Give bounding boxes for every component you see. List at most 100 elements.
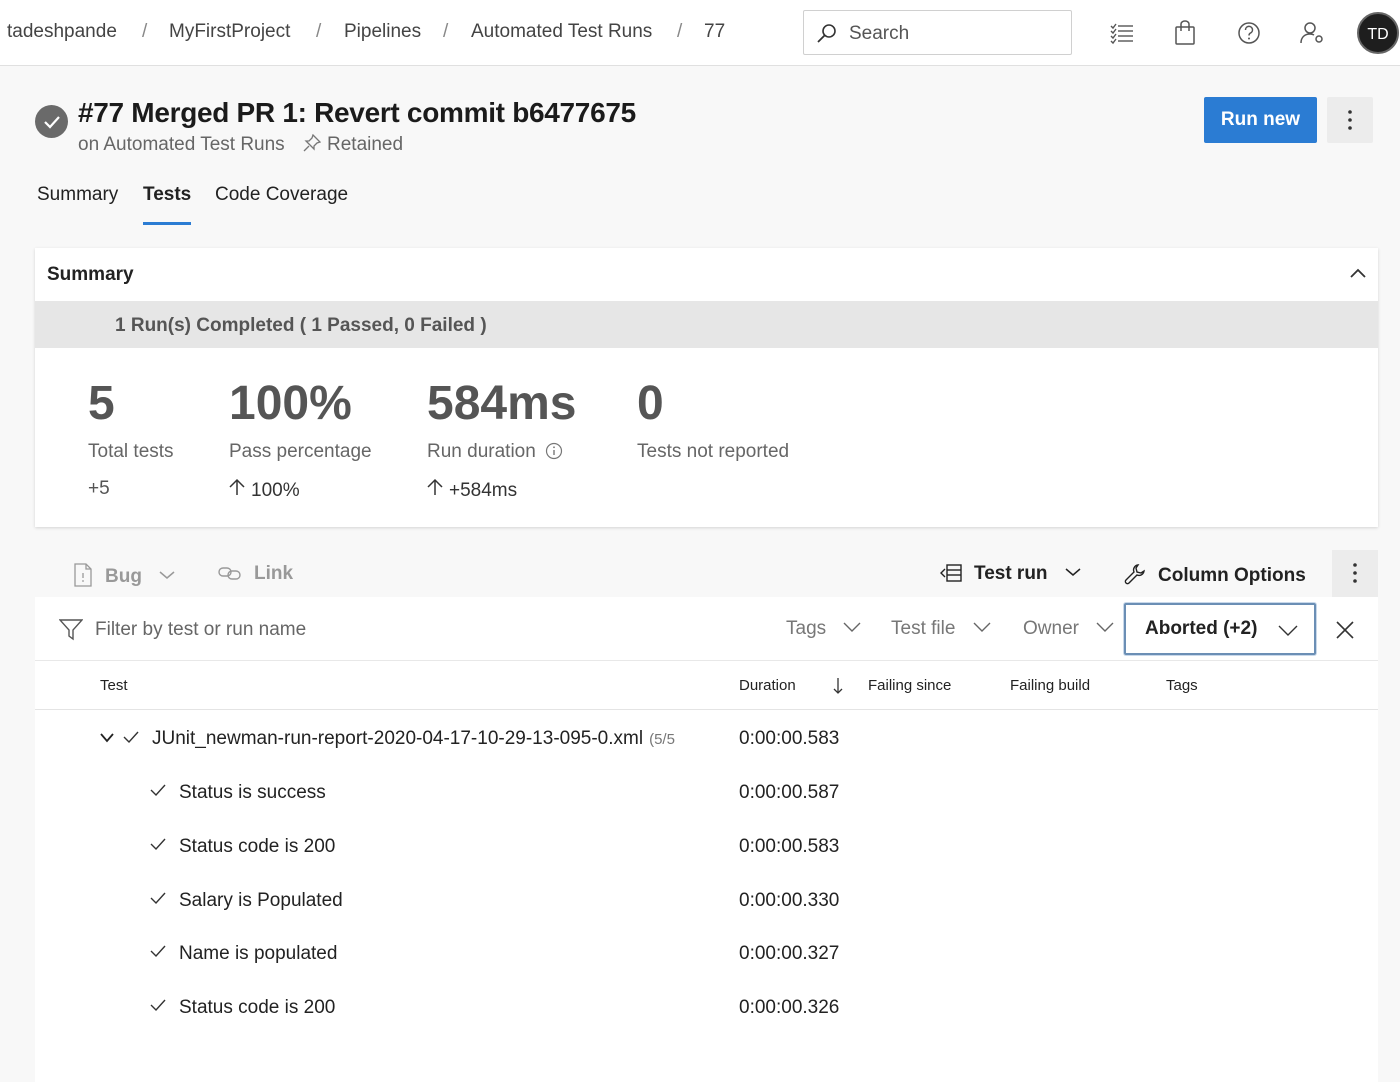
clear-filters-icon[interactable] <box>1335 620 1355 640</box>
chevron-down-icon <box>1065 568 1081 576</box>
breadcrumb-item-run[interactable]: 77 <box>704 21 725 43</box>
tags-filter-dropdown[interactable]: Tags <box>786 618 861 640</box>
metric-total-tests-value: 5 <box>88 377 115 430</box>
search-box[interactable]: Search <box>803 10 1072 55</box>
wrench-icon <box>1124 564 1145 585</box>
tab-tests[interactable]: Tests <box>143 184 191 206</box>
user-settings-icon[interactable] <box>1300 20 1326 46</box>
page-title: #77 Merged PR 1: Revert commit b6477675 <box>78 97 636 128</box>
test-name: Name is populated <box>179 943 338 964</box>
summary-card: Summary 1 Run(s) Completed ( 1 Passed, 0… <box>35 248 1378 527</box>
chevron-down-icon <box>1278 625 1298 636</box>
run-new-button[interactable]: Run new <box>1204 97 1317 143</box>
test-name: Salary is Populated <box>179 890 343 911</box>
test-group-duration: 0:00:00.583 <box>739 728 840 749</box>
test-duration: 0:00:00.583 <box>739 836 840 857</box>
top-bar: tadeshpande / MyFirstProject / Pipelines… <box>0 0 1400 66</box>
succeeded-status-icon <box>35 105 68 138</box>
shopping-bag-icon[interactable] <box>1172 20 1198 46</box>
test-run-group-dropdown[interactable]: Test run <box>940 563 1081 585</box>
chevron-up-icon[interactable] <box>1348 266 1368 280</box>
breadcrumb-item-org[interactable]: tadeshpande <box>7 21 117 43</box>
chevron-down-icon <box>843 622 861 632</box>
runs-completed-text: 1 Run(s) Completed ( 1 Passed, 0 Failed … <box>115 315 487 336</box>
pipeline-name[interactable]: on Automated Test Runs <box>78 134 285 156</box>
test-duration: 0:00:00.326 <box>739 997 840 1018</box>
chevron-down-icon <box>159 571 175 579</box>
column-header-tags[interactable]: Tags <box>1166 677 1198 694</box>
metric-total-tests-label: Total tests <box>88 441 174 462</box>
more-vertical-icon <box>1348 110 1352 130</box>
test-name: Status is success <box>179 782 326 803</box>
metric-total-tests-delta: +5 <box>88 478 110 499</box>
sort-descending-icon[interactable] <box>832 677 844 695</box>
header-divider <box>35 709 1378 710</box>
arrow-up-icon <box>427 478 443 495</box>
check-icon <box>150 999 166 1011</box>
tab-code-coverage[interactable]: Code Coverage <box>215 184 348 206</box>
metric-run-duration-value: 584ms <box>427 377 577 430</box>
metric-not-reported-label: Tests not reported <box>637 441 790 462</box>
metric-pass-percentage-label: Pass percentage <box>229 441 372 462</box>
metric-pass-percentage-value: 100% <box>229 377 352 430</box>
breadcrumb-separator: / <box>142 21 148 42</box>
info-icon[interactable] <box>545 442 563 460</box>
breadcrumb-separator: / <box>316 21 322 42</box>
breadcrumb-item-project[interactable]: MyFirstProject <box>169 21 290 43</box>
more-options-button[interactable] <box>1332 550 1378 597</box>
metric-run-duration-label: Run duration <box>427 441 563 463</box>
runs-completed-banner: 1 Run(s) Completed ( 1 Passed, 0 Failed … <box>35 301 1378 348</box>
retained-badge: Retained <box>303 133 404 156</box>
breadcrumb-item-pipeline[interactable]: Automated Test Runs <box>471 21 652 43</box>
column-header-duration[interactable]: Duration <box>739 677 796 694</box>
search-placeholder: Search <box>849 23 910 44</box>
column-header-test[interactable]: Test <box>100 677 128 694</box>
tab-summary[interactable]: Summary <box>37 184 118 206</box>
column-header-failing-since[interactable]: Failing since <box>868 677 951 694</box>
avatar[interactable]: TD <box>1357 12 1399 54</box>
test-duration: 0:00:00.327 <box>739 943 840 964</box>
retained-label: Retained <box>327 134 404 155</box>
check-icon <box>150 838 166 850</box>
chevron-down-icon <box>973 622 991 632</box>
more-vertical-icon <box>1353 563 1357 583</box>
metric-pass-percentage-delta: 100% <box>229 478 300 502</box>
column-header-failing-build[interactable]: Failing build <box>1010 677 1090 694</box>
search-icon <box>817 24 836 43</box>
test-file-filter-dropdown[interactable]: Test file <box>891 618 991 640</box>
metric-run-duration-delta: +584ms <box>427 478 517 502</box>
filter-input[interactable]: Filter by test or run name <box>95 619 306 641</box>
more-actions-button[interactable] <box>1327 97 1373 143</box>
check-icon <box>150 945 166 957</box>
link-icon <box>218 567 241 580</box>
bug-button[interactable]: Bug <box>73 563 175 588</box>
breadcrumb-separator: / <box>443 21 449 42</box>
filter-icon <box>59 619 83 641</box>
arrow-up-icon <box>229 478 245 495</box>
breadcrumb-separator: / <box>677 21 683 42</box>
checklist-icon[interactable] <box>1109 20 1135 46</box>
check-icon <box>150 892 166 904</box>
test-group-name: JUnit_newman-run-report-2020-04-17-10-29… <box>152 728 675 749</box>
test-duration: 0:00:00.330 <box>739 890 840 911</box>
owner-filter-dropdown[interactable]: Owner <box>1023 618 1114 640</box>
outcome-filter-dropdown[interactable]: Aborted (+2) <box>1124 603 1316 655</box>
test-duration: 0:00:00.587 <box>739 782 840 803</box>
test-name: Status code is 200 <box>179 836 336 857</box>
test-results-panel: Bug Link Test run Column Options Filter … <box>35 550 1378 1082</box>
help-icon[interactable] <box>1236 20 1262 46</box>
metric-not-reported-value: 0 <box>637 377 664 430</box>
link-button[interactable]: Link <box>218 563 293 585</box>
filter-bar: Filter by test or run name Tags Test fil… <box>35 597 1378 661</box>
chevron-down-icon[interactable] <box>100 733 114 743</box>
chevron-down-icon <box>1096 622 1114 632</box>
breadcrumb-item-pipelines[interactable]: Pipelines <box>344 21 421 43</box>
column-options-button[interactable]: Column Options <box>1124 563 1306 587</box>
test-name: Status code is 200 <box>179 997 336 1018</box>
results-toolbar: Bug Link Test run Column Options <box>35 550 1378 597</box>
check-icon <box>123 731 139 743</box>
pin-icon <box>303 133 322 152</box>
bug-document-icon <box>74 563 92 587</box>
group-by-icon <box>940 564 962 582</box>
summary-title: Summary <box>47 264 134 285</box>
